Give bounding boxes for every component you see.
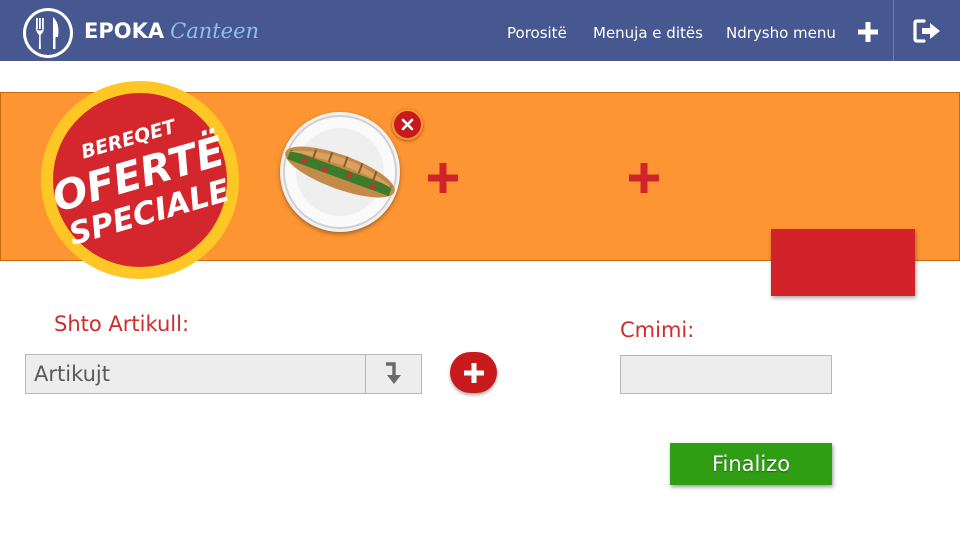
plus-icon[interactable] [857,21,879,43]
item-select-value: Artikujt [34,362,110,386]
special-offer-badge: BEREQET OFERTË SPECIALE [40,78,240,282]
plus-icon [629,163,659,193]
nav-orders[interactable]: Porositë [507,24,567,42]
add-item-button[interactable] [450,352,497,393]
brand-subtitle: Canteen [170,19,260,43]
nav-edit-menu[interactable]: Ndrysho menu [726,24,836,42]
item-select[interactable]: Artikujt [25,354,422,394]
sandwich-image [280,112,400,232]
plus-icon [428,163,458,193]
brand-title: EPOKA Canteen [84,21,259,42]
fork-knife-icon [22,7,74,59]
logout-icon[interactable] [913,18,943,44]
header-divider [893,0,894,61]
add-offer-slot-button[interactable] [627,161,661,195]
brand-name: EPOKA [84,19,165,43]
add-item-label: Shto Artikull: [54,312,190,336]
price-label: Cmimi: [620,318,695,342]
remove-item-button[interactable] [392,109,423,140]
nav-daily-menu[interactable]: Menuja e ditës [593,24,703,42]
finalize-button[interactable]: Finalizo [670,443,832,485]
dropdown-arrow-icon[interactable] [365,355,422,393]
price-input[interactable] [620,355,832,394]
add-offer-slot-button[interactable] [426,161,460,195]
offer-action-box[interactable] [771,229,915,296]
close-icon [401,118,414,131]
plus-icon [463,362,484,383]
